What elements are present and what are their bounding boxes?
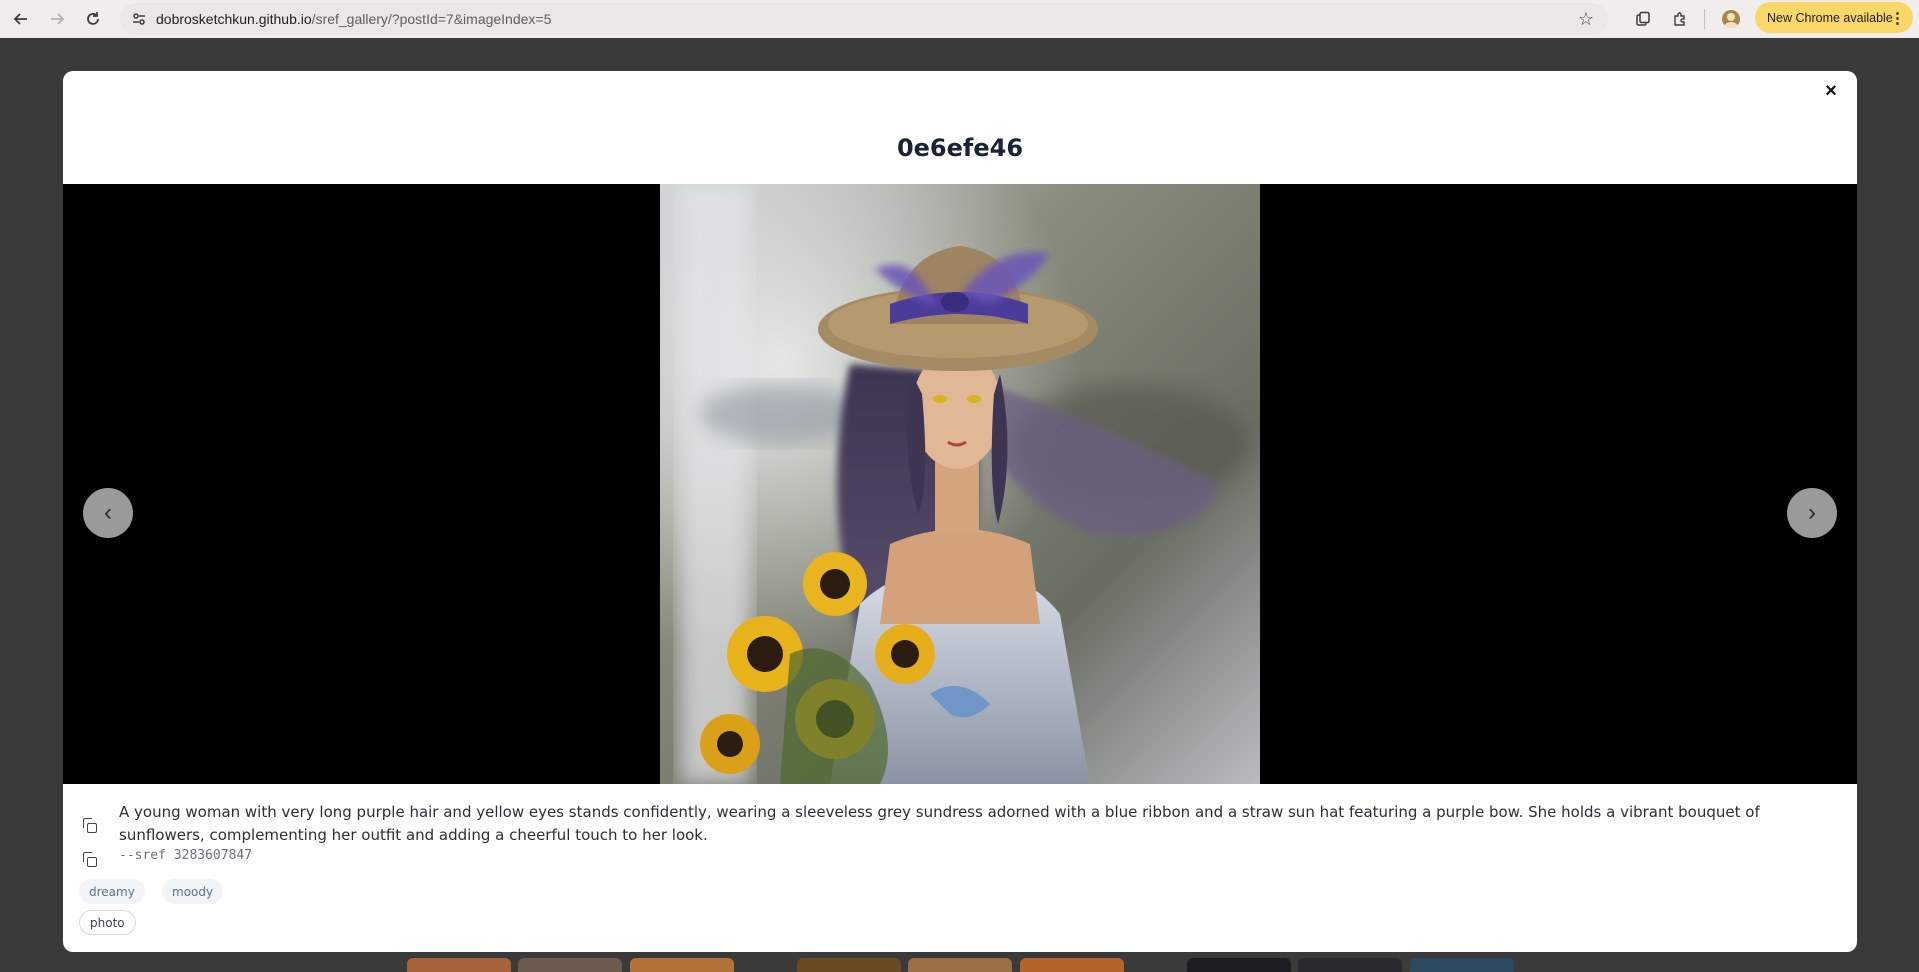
tab-search-icon[interactable] xyxy=(1630,6,1656,32)
back-arrow-icon[interactable] xyxy=(6,4,36,34)
gallery-thumbnail[interactable] xyxy=(1187,958,1291,972)
tag-moody[interactable]: moody xyxy=(162,879,224,904)
prompt-text: A young woman with very long purple hair… xyxy=(119,803,1760,844)
modal-title: 0e6efe46 xyxy=(896,134,1024,162)
copy-sref-icon[interactable] xyxy=(83,852,99,868)
update-label: New Chrome available xyxy=(1767,10,1893,25)
toolbar-divider xyxy=(1704,9,1705,29)
image-modal: × 0e6efe46 ‹ › A young woman with very l… xyxy=(63,71,1857,952)
avatar xyxy=(1722,10,1740,28)
reload-icon[interactable] xyxy=(78,4,108,34)
gallery-thumbnail[interactable] xyxy=(797,958,901,972)
address-bar[interactable]: dobrosketchkun.github.io/sref_gallery/?p… xyxy=(120,3,1608,35)
profile-icon[interactable] xyxy=(1718,6,1744,32)
gallery-thumbnail[interactable] xyxy=(630,958,734,972)
gallery-thumbnail[interactable] xyxy=(407,958,511,972)
gallery-thumbnail[interactable] xyxy=(1298,958,1402,972)
image-viewer: ‹ › xyxy=(63,184,1857,784)
tag-dreamy[interactable]: dreamy xyxy=(79,879,145,904)
more-vert-icon[interactable]: ⋮ xyxy=(1890,9,1905,27)
next-image-button[interactable]: › xyxy=(1787,488,1837,538)
gallery-image xyxy=(660,184,1260,784)
tag-photo[interactable]: photo xyxy=(79,910,136,935)
extensions-icon[interactable] xyxy=(1667,6,1693,32)
update-chrome-button[interactable]: New Chrome available ⋮ xyxy=(1755,2,1913,33)
sref-code: --sref 3283607847 xyxy=(119,848,253,863)
star-icon[interactable]: ☆ xyxy=(1578,9,1594,30)
copy-prompt-icon[interactable] xyxy=(83,818,99,834)
site-settings-icon[interactable] xyxy=(130,10,148,28)
gallery-thumbnail[interactable] xyxy=(1020,958,1124,972)
gallery-thumbnail[interactable] xyxy=(518,958,622,972)
browser-toolbar: dobrosketchkun.github.io/sref_gallery/?p… xyxy=(0,0,1919,38)
url-text: dobrosketchkun.github.io/sref_gallery/?p… xyxy=(156,11,551,27)
close-button[interactable]: × xyxy=(1820,80,1842,102)
gallery-thumbnail[interactable] xyxy=(1410,958,1514,972)
url-path: /sref_gallery/?postId=7&imageIndex=5 xyxy=(311,11,552,27)
gallery-thumbnail[interactable] xyxy=(908,958,1012,972)
caption-area: A young woman with very long purple hair… xyxy=(63,784,1857,952)
background-gallery xyxy=(0,958,1919,972)
forward-arrow-icon[interactable] xyxy=(42,4,72,34)
url-host: dobrosketchkun.github.io xyxy=(156,11,312,27)
previous-image-button[interactable]: ‹ xyxy=(83,488,133,538)
